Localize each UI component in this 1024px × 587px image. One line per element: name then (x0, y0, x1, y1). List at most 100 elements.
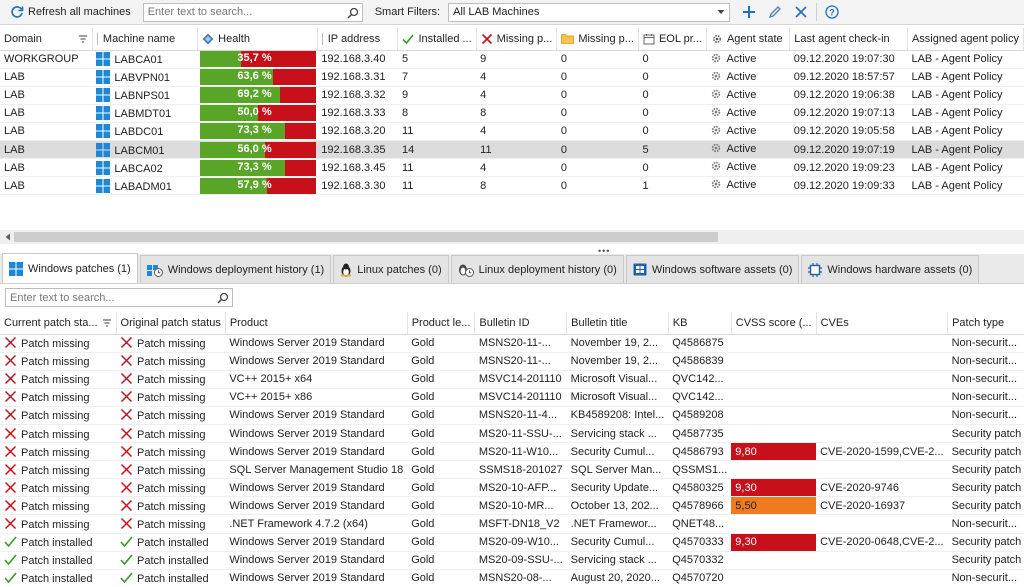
bulletin-id-cell: MS20-11-SSU-... (474, 424, 567, 444)
col-patch-type[interactable]: Patch type (947, 312, 1024, 335)
machine-row[interactable]: LAB LABMDT01 50,0 % 192.168.3.33 8 8 0 0 Active 0… (0, 104, 1024, 123)
missing-patches-cell: 4 (476, 68, 557, 87)
col-last-check-in[interactable]: Last agent check-in (789, 28, 908, 51)
col-bulletin-title[interactable]: Bulletin title (566, 312, 669, 335)
patch-row[interactable]: Patch missing Patch missing Windows Server… (0, 442, 1024, 462)
kb-cell-text: Q4587735 (672, 427, 724, 440)
machines-horizontal-scrollbar[interactable] (0, 230, 1024, 244)
col-health[interactable]: Health (197, 28, 318, 51)
machine-row[interactable]: WORKGROUP LABCA01 35,7 % 192.168.3.40 5 9 0 0 Ac… (0, 50, 1024, 69)
tab-windows-history[interactable]: Windows deployment history (1) (139, 255, 332, 283)
scroll-left-arrow-icon[interactable] (4, 233, 12, 241)
scrollbar-thumb[interactable] (14, 232, 718, 242)
patch-row[interactable]: Patch missing Patch missing Windows Server… (0, 352, 1024, 371)
health-diamond-icon (202, 33, 214, 45)
ip-cell: 192.168.3.20 (317, 122, 398, 141)
col-ip-address[interactable]: IP address (317, 28, 399, 51)
domain-cell: LAB (0, 140, 93, 160)
machine-row[interactable]: LAB LABADM01 57,9 % 192.168.3.30 11 8 0 1 Active… (0, 176, 1024, 196)
machine-row[interactable]: LAB LABVPN01 63,6 % 192.168.3.31 7 4 0 0 Active 0… (0, 68, 1024, 87)
product-level-cell-text: Gold (411, 391, 435, 404)
patch-row[interactable]: Patch missing Patch missing Windows Server… (0, 424, 1024, 444)
machine-row[interactable]: LAB LABCM01 56,0 % 192.168.3.35 14 11 0 5 Active… (0, 140, 1024, 160)
col-agent-policy[interactable]: Assigned agent policy (907, 28, 1024, 51)
bulletin-id-cell-text: MS20-11-SSU-... (478, 427, 562, 440)
patch-row[interactable]: Patch missing Patch missing Windows Server… (0, 478, 1024, 498)
health-cell: 73,3 % (197, 122, 318, 141)
eol-cell-text: 0 (642, 89, 649, 102)
domain-cell-text: LAB (4, 107, 25, 120)
machine-row[interactable]: LAB LABDC01 73,3 % 192.168.3.20 11 4 0 0 Active 0… (0, 122, 1024, 141)
patch-row[interactable]: Patch installed Patch installed Windows Se… (0, 551, 1024, 570)
col-installed[interactable]: Installed ... (397, 28, 477, 51)
refresh-all-button[interactable]: Refresh all machines (4, 2, 137, 23)
windows-icon (96, 106, 111, 121)
filter-icon[interactable] (78, 34, 88, 44)
col-cves[interactable]: CVEs (816, 312, 949, 335)
domain-cell-text: LAB (4, 125, 25, 138)
product-cell: .NET Framework 4.7.2 (x64) (225, 514, 408, 534)
col-machine-name[interactable]: Machine name (92, 28, 199, 51)
col-agent-state[interactable]: Agent state (706, 28, 791, 51)
machine-row[interactable]: LAB LABNPS01 69,2 % 192.168.3.32 9 4 0 0 Active 0… (0, 86, 1024, 105)
tab-hardware-assets[interactable]: Windows hardware assets (0) (801, 255, 980, 283)
patch-type-cell-text: Security patch (951, 481, 1022, 494)
col-missing-service-packs[interactable]: Missing p... (556, 28, 639, 51)
patch-row[interactable]: Patch missing Patch missing Windows Server… (0, 496, 1024, 516)
check-in-cell: 09.12.2020 19:09:23 (789, 158, 908, 178)
missing-patches-cell-text: 8 (480, 107, 487, 120)
col-product-level[interactable]: Product le... (407, 312, 476, 335)
patch-row[interactable]: Patch missing Patch missing SQL Server Man… (0, 460, 1024, 480)
col-missing-patches[interactable]: Missing p... (476, 28, 558, 51)
col-domain-label: Domain (4, 32, 42, 45)
patch-row[interactable]: Patch missing Patch missing Windows Server… (0, 334, 1024, 353)
col-cvss[interactable]: CVSS score (... (731, 312, 817, 335)
patch-row[interactable]: Patch missing Patch missing Windows Server… (0, 406, 1024, 425)
search-icon[interactable] (347, 7, 359, 19)
col-kb[interactable]: KB (668, 312, 732, 335)
tab-windows[interactable]: Windows patches (1) (2, 253, 138, 283)
bulletin-id-cell-text: MSFT-DN18_V2 (478, 517, 560, 530)
delete-button[interactable] (790, 1, 812, 23)
patch-row[interactable]: Patch installed Patch installed Windows Se… (0, 533, 1024, 552)
search-icon[interactable] (217, 292, 229, 304)
bulletin-title-cell: August 20, 2020... (566, 569, 669, 587)
col-eol-products[interactable]: EOL pr... (638, 28, 707, 51)
product-cell: VC++ 2015+ x86 (225, 388, 408, 407)
patch-row[interactable]: Patch missing Patch missing VC++ 2015+ x64… (0, 370, 1024, 389)
patch-row[interactable]: Patch missing Patch missing .NET Framework… (0, 514, 1024, 534)
check-in-cell: 09.12.2020 19:05:58 (789, 122, 908, 141)
ip-cell-text: 192.168.3.45 (321, 161, 386, 174)
policy-cell: LAB - Agent Policy (907, 158, 1024, 178)
ip-cell-text: 192.168.3.35 (321, 143, 386, 156)
bulletin-id-cell-text: MS20-10-MR... (478, 499, 554, 512)
panel-splitter[interactable]: ••• (0, 244, 1024, 256)
tab-software-assets[interactable]: Windows software assets (0) (625, 255, 800, 283)
patches-table-body: Patch missing Patch missing Windows Server… (0, 334, 1024, 587)
tab-linux-history[interactable]: Linux deployment history (0) (450, 255, 624, 283)
smart-filter-select[interactable]: All LAB Machines (448, 2, 731, 22)
col-current-status[interactable]: Current patch sta... (0, 312, 117, 335)
bulletin-title-cell-text: .NET Framewor... (570, 517, 657, 530)
edit-button[interactable] (764, 1, 786, 23)
tab-linux[interactable]: Linux patches (0) (333, 255, 449, 283)
patch-search-input[interactable] (6, 289, 232, 306)
missing-patches-cell-text: 4 (480, 161, 487, 174)
original-status-cell: Patch missing (116, 352, 226, 371)
patch-row[interactable]: Patch missing Patch missing VC++ 2015+ x86… (0, 388, 1024, 407)
missing-x-icon (4, 408, 17, 421)
toolbar-divider (816, 3, 818, 21)
col-product[interactable]: Product (225, 312, 408, 335)
help-button[interactable]: ? (821, 1, 843, 23)
kb-cell: Q4570332 (668, 551, 732, 570)
col-original-status[interactable]: Original patch status (116, 312, 226, 335)
patch-row[interactable]: Patch installed Patch installed Windows Se… (0, 569, 1024, 587)
filter-icon[interactable] (102, 318, 112, 328)
missing-service-packs-cell: 0 (556, 158, 639, 178)
col-domain[interactable]: Domain (0, 28, 93, 51)
machine-search-input[interactable] (143, 3, 362, 21)
col-bulletin-id[interactable]: Bulletin ID (474, 312, 568, 335)
machine-row[interactable]: LAB LABCA02 73,3 % 192.168.3.45 11 4 0 0 Active 0… (0, 158, 1024, 178)
add-button[interactable] (738, 1, 760, 23)
bulletin-id-cell: MS20-10-AFP... (474, 478, 567, 498)
